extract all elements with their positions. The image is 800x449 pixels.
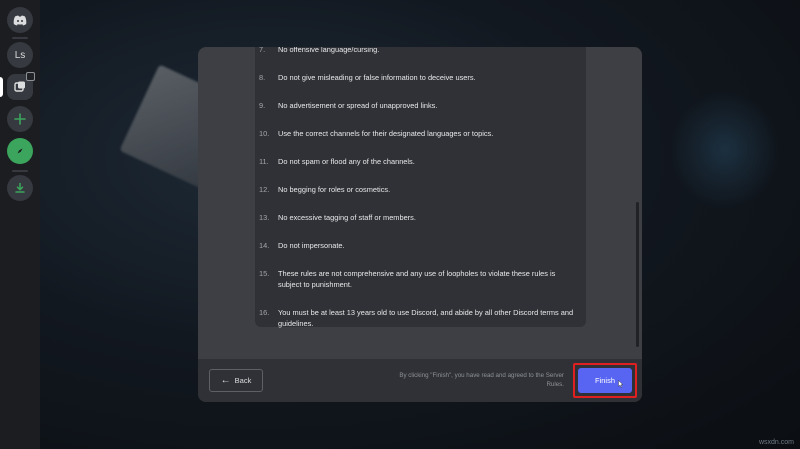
rule-text: No excessive tagging of staff or members… [278,213,416,222]
rule-item: 14. Do not impersonate. [259,240,574,251]
rule-item: 12. No begging for roles or cosmetics. [259,184,574,195]
plus-icon [14,113,26,125]
finish-button[interactable]: Finish [578,368,632,393]
discord-logo-icon [13,15,27,25]
rule-item: 7. No offensive language/cursing. [259,47,574,55]
rail-separator [12,37,28,39]
rule-item: 9. No advertisement or spread of unappro… [259,100,574,111]
rule-number: 16. [259,308,270,317]
rule-item: 13. No excessive tagging of staff or mem… [259,212,574,223]
download-apps-button[interactable] [7,175,33,201]
background-glow [670,90,780,210]
server-icon-active[interactable] [7,72,35,100]
add-server-button[interactable] [7,106,33,132]
rule-number: 14. [259,241,270,250]
discord-home-button[interactable] [7,7,33,33]
rule-number: 10. [259,129,270,138]
rule-item: 8. Do not give misleading or false infor… [259,72,574,83]
finish-highlight: Finish [573,363,637,398]
rule-number: 7. [259,47,266,54]
agreement-notice: By clicking "Finish", you have read and … [399,372,564,388]
compass-icon [17,148,23,154]
server-rules-modal: 7. No offensive language/cursing. 8. Do … [198,47,642,402]
server-badge-icon [26,72,35,81]
rule-item: 15. These rules are not comprehensive an… [259,268,574,290]
rule-number: 12. [259,185,270,194]
rule-item: 11. Do not spam or flood any of the chan… [259,156,574,167]
back-button-label: Back [234,376,252,385]
rule-number: 8. [259,73,266,82]
back-button[interactable]: ← Back [209,369,263,392]
rule-text: No begging for roles or cosmetics. [278,185,391,194]
watermark: wsxdn.com [758,439,794,446]
download-icon [15,182,25,193]
rule-text: No offensive language/cursing. [278,47,380,54]
rule-number: 9. [259,101,266,110]
rule-text: You must be at least 13 years old to use… [278,308,574,328]
rule-text: These rules are not comprehensive and an… [278,269,556,289]
modal-footer: ← Back By clicking "Finish", you have re… [198,359,642,402]
rule-item: 10. Use the correct channels for their d… [259,128,574,139]
rule-text: Do not spam or flood any of the channels… [278,157,415,166]
server-rail: Ls [0,0,40,449]
server-icon-ls[interactable]: Ls [7,42,33,68]
finish-button-label: Finish [594,376,615,385]
active-server-indicator [0,77,3,97]
app-window: Ls 7. No offensive language/cursing. 8. … [0,0,800,449]
server-initials: Ls [14,49,26,61]
rule-text: Do not give misleading or false informat… [278,73,476,82]
rail-separator [12,170,28,172]
explore-servers-button[interactable] [7,138,33,164]
rule-text: Do not impersonate. [278,241,345,250]
arrow-left-icon: ← [220,374,231,386]
rule-number: 15. [259,269,270,278]
rule-text: Use the correct channels for their desig… [278,129,494,138]
rule-text: No advertisement or spread of unapproved… [278,101,438,110]
rule-number: 13. [259,213,270,222]
mouse-cursor-icon [618,380,624,388]
rule-item: 16. You must be at least 13 years old to… [259,307,574,329]
server-image-icon [14,81,25,92]
scrollbar-thumb[interactable] [636,202,639,347]
rule-number: 11. [259,157,269,166]
